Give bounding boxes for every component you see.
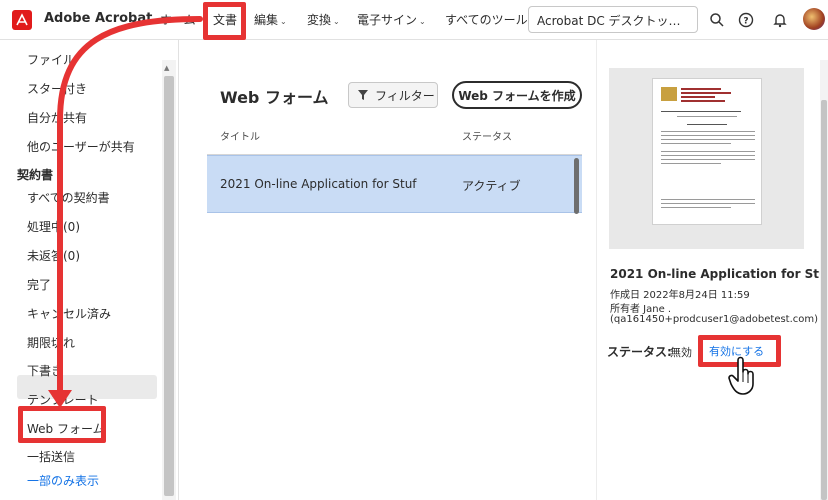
details-email: (qa161450+prodcuser1@adobetest.com) [610,314,819,325]
sidebar-item-canceled[interactable]: キャンセル済み [27,305,111,322]
details-divider [596,40,597,500]
status-label: ステータス: [607,345,672,359]
sidebar-scroll-thumb[interactable] [164,76,174,496]
help-icon[interactable]: ? [736,10,756,30]
nav-edit[interactable]: 編集 ⌄ [254,11,287,28]
nav-esign[interactable]: 電子サイン ⌄ [357,11,426,28]
sidebar-item-drafts[interactable]: 下書き [27,362,63,379]
desktop-search-box[interactable]: Acrobat DC デスクトップを… [528,6,698,33]
scroll-up-icon[interactable]: ▲ [164,64,169,72]
top-bar: Adobe Acrobat ホーム 文書 編集 ⌄ 変換 ⌄ 電子サイン ⌄ すべての… [0,0,828,40]
highlight-web-forms-item [18,406,106,443]
sidebar-item-starred[interactable]: スター付き [27,80,87,97]
status-badge: 無効 [670,346,692,359]
svg-text:?: ? [743,17,748,27]
column-header-status[interactable]: ステータス [462,128,512,143]
bell-icon[interactable] [770,10,790,30]
document-thumbnail[interactable] [652,78,762,225]
chevron-down-icon: ⌄ [419,17,426,26]
details-title: 2021 On-line Application for Stuff [610,267,828,281]
nav-convert[interactable]: 変換 ⌄ [307,11,340,28]
details-scroll-thumb[interactable] [821,100,827,500]
sidebar-show-less-link[interactable]: 一部のみ表示 [27,472,99,489]
sidebar-item-all-contracts[interactable]: すべての契約書 [27,189,110,206]
details-owner: 所有者 Jane . [610,304,672,315]
nav-home[interactable]: ホーム [160,11,196,28]
filter-button[interactable]: フィルター [348,82,438,108]
sidebar-section-contracts: 契約書 [17,168,54,182]
sidebar-item-completed[interactable]: 完了 [27,276,51,293]
hand-cursor-icon [728,356,754,395]
sidebar-item-bulk-send[interactable]: 一括送信 [27,448,75,465]
sidebar-item-waiting[interactable]: 未返答(0) [27,247,80,264]
create-web-form-button[interactable]: Web フォームを作成 [452,81,582,109]
acrobat-logo-icon[interactable] [12,10,32,30]
filter-icon [358,90,368,100]
sidebar-divider [178,40,179,500]
sidebar-item-expired[interactable]: 期限切れ [27,334,75,351]
sidebar-item-in-progress[interactable]: 処理中(0) [27,218,80,235]
filter-label: フィルター [375,88,435,103]
sidebar-item-shared-by-me[interactable]: 自分が共有 [27,109,87,126]
details-created: 作成日 2022年8月24日 11:59 [610,290,750,301]
app-title: Adobe Acrobat [44,11,153,26]
highlight-documents-tab [203,2,246,40]
seal-icon [661,87,677,101]
row-status: アクティブ [462,179,521,193]
column-header-title[interactable]: タイトル [220,128,260,143]
sidebar-item-files[interactable]: ファイル [27,51,75,68]
page-title: Web フォーム [220,88,329,107]
list-scroll-thumb[interactable] [574,158,579,214]
avatar[interactable] [803,8,825,30]
search-icon[interactable] [707,10,727,30]
chevron-down-icon: ⌄ [333,17,340,26]
nav-all-tools[interactable]: すべてのツール [445,11,528,28]
sidebar-item-shared-by-others[interactable]: 他のユーザーが共有 [27,138,135,155]
chevron-down-icon: ⌄ [280,17,287,26]
row-title: 2021 On-line Application for Stuf [220,177,417,191]
